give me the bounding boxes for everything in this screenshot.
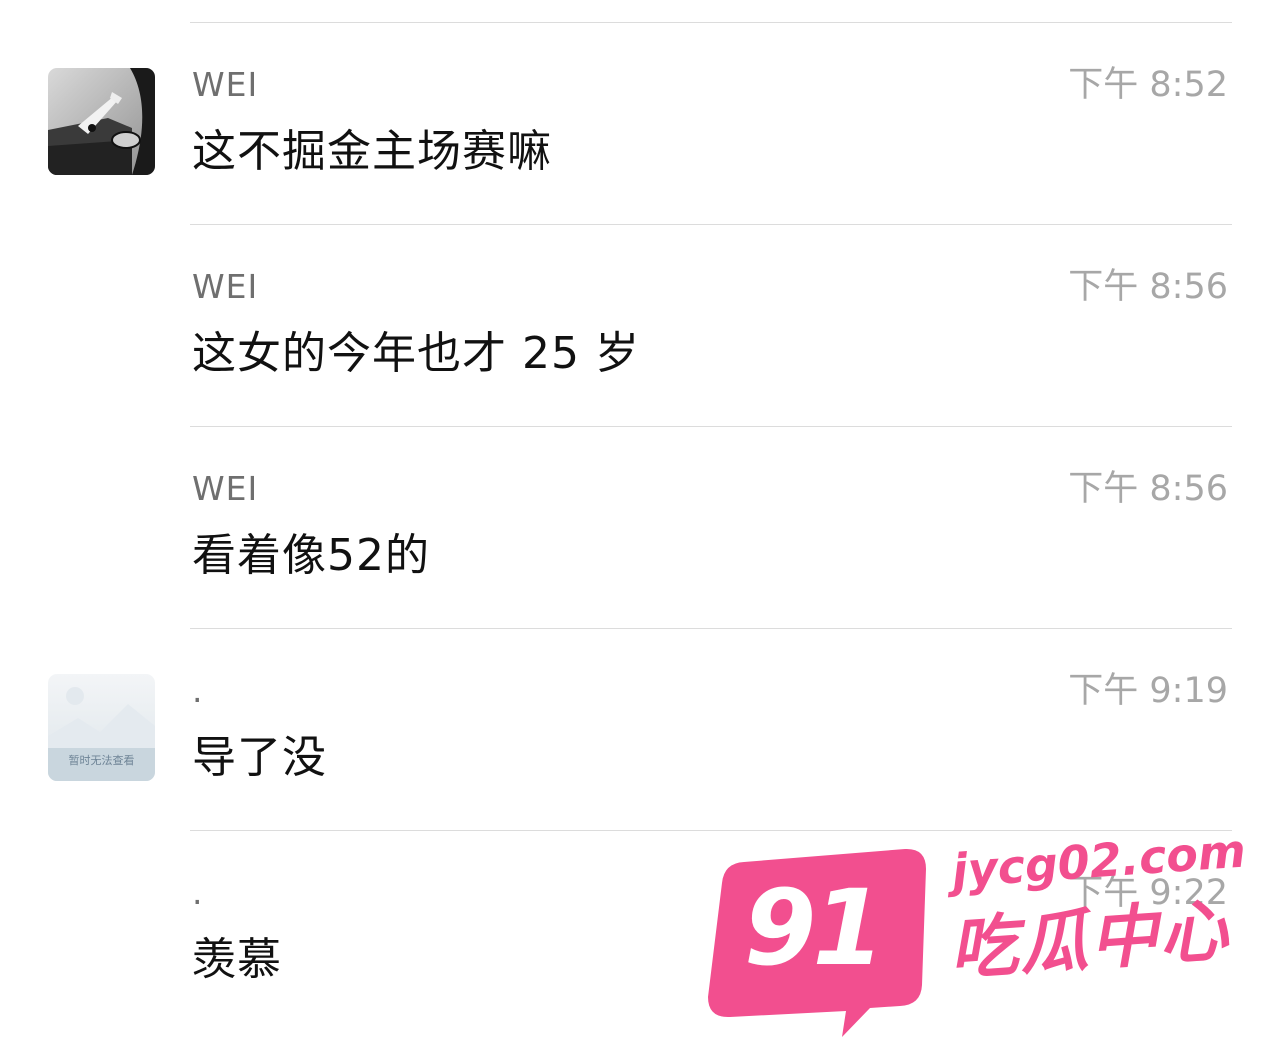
message-text: 这女的今年也才 25 岁 (192, 328, 640, 379)
sender-name: WEI (192, 267, 259, 306)
sender-name: WEI (192, 65, 259, 104)
message-item[interactable]: WEI 下午 8:52 这不掘金主场赛嘛 (0, 23, 1280, 225)
sender-name: . (192, 671, 204, 710)
placeholder-caption: 暂时无法查看 (68, 754, 135, 767)
watermark-url: jycg02.com (950, 823, 1248, 898)
message-time: 下午 8:56 (1068, 267, 1228, 307)
message-text: 看着像52的 (192, 530, 430, 581)
message-text: 羡慕 (192, 934, 282, 985)
watermark-name: 吃瓜中心 (947, 891, 1233, 990)
avatar[interactable] (48, 68, 155, 175)
sender-name: . (192, 873, 204, 912)
avatar[interactable]: 暂时无法查看 (48, 674, 155, 781)
message-text: 导了没 (192, 732, 327, 783)
watermark-number: 91 (744, 867, 885, 989)
message-item[interactable]: 暂时无法查看 . 下午 9:19 导了没 (0, 629, 1280, 831)
message-item[interactable]: WEI 下午 8:56 这女的今年也才 25 岁 (0, 225, 1280, 427)
message-text: 这不掘金主场赛嘛 (192, 126, 552, 177)
watermark: 91 jycg02.com 吃瓜中心 (700, 823, 1270, 1040)
message-time: 下午 9:19 (1068, 671, 1228, 711)
avatar-car-photo (48, 68, 155, 175)
sender-name: WEI (192, 469, 259, 508)
message-time: 下午 8:52 (1068, 65, 1228, 105)
message-time: 下午 8:56 (1068, 469, 1228, 509)
message-item[interactable]: WEI 下午 8:56 看着像52的 (0, 427, 1280, 629)
